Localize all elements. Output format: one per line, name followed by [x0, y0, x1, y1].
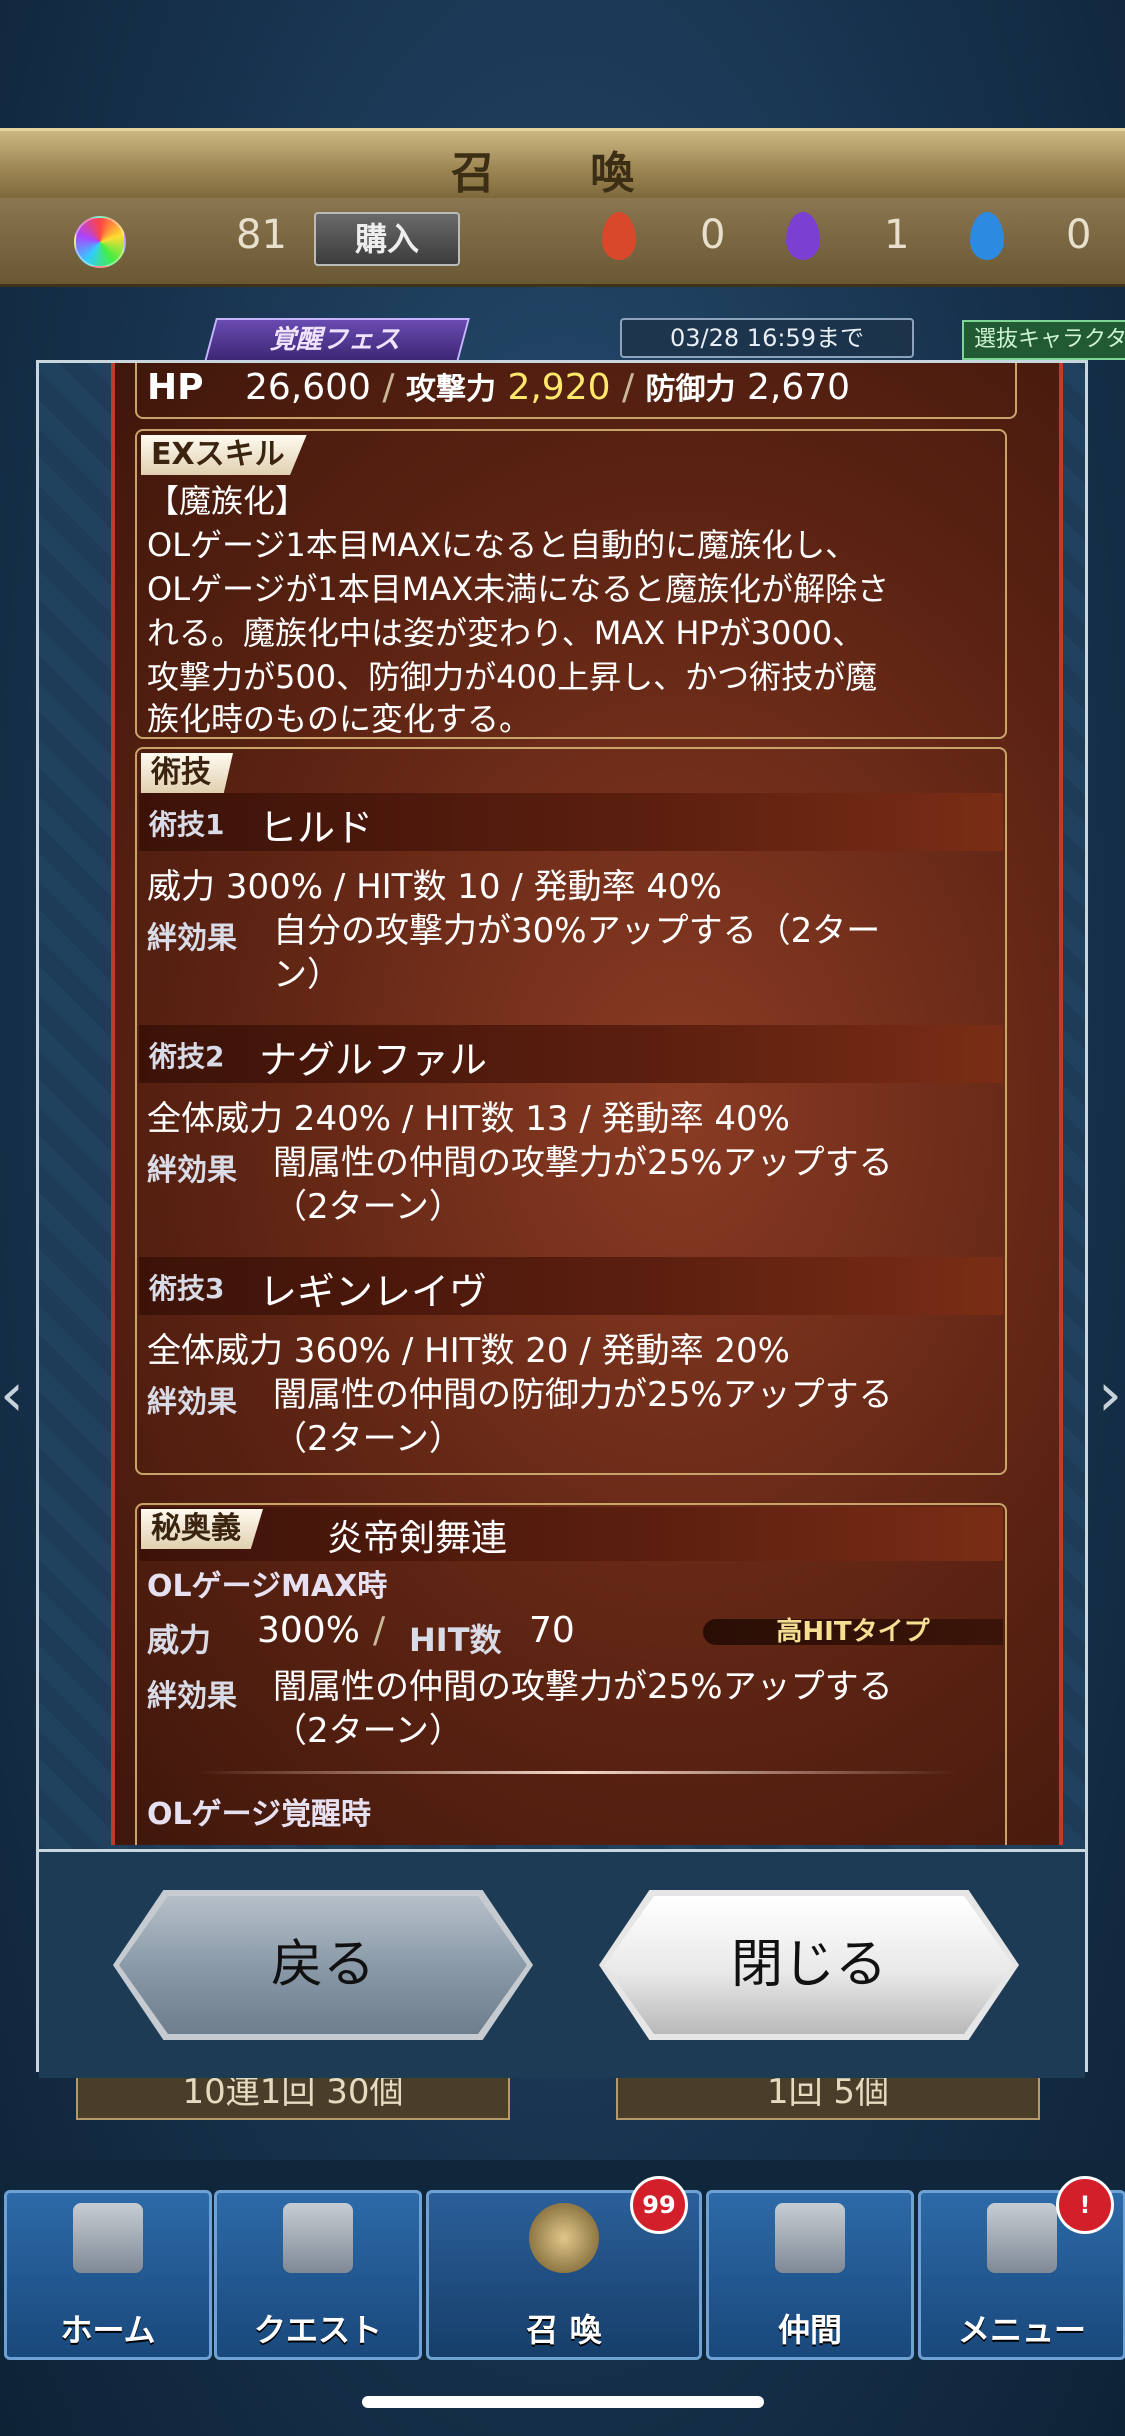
page-title: 召 喚 [450, 148, 675, 199]
art-2-bond-text: 闇属性の仲間の攻撃力が25%アップする [273, 1143, 893, 1183]
ex-skill-line: 攻撃力が500、防御力が400上昇し、かつ術技が魔 [147, 658, 878, 696]
nav-summon-label: 召 喚 [526, 2311, 602, 2349]
art-2-name: ナグルファル [259, 1038, 488, 1082]
art-2-header: 術技2 ナグルファル [139, 1025, 1003, 1083]
ougi-hit-value: 70 [529, 1610, 575, 1651]
ex-skill-line: 族化時のものに変化する。 [147, 700, 532, 738]
art-3-name: レギンレイヴ [259, 1270, 488, 1314]
ex-skill-box: EXスキル 【魔族化】 OLゲージ1本目MAXになると自動的に魔族化し、 OLゲ… [135, 429, 1007, 739]
hp-label: HP [147, 367, 204, 408]
banner-deadline: 03/28 16:59まで [620, 318, 914, 358]
summon-icon [529, 2203, 599, 2273]
rainbow-orb-icon [74, 216, 126, 268]
art-2-stats: 全体威力 240% / HIT数 13 / 発動率 40% [147, 1099, 790, 1139]
stat-separator: / [621, 367, 635, 408]
art-3-bond-text: （2ターン） [273, 1419, 463, 1459]
close-button[interactable]: 閉じる [599, 1890, 1019, 2040]
ex-skill-line: OLゲージが1本目MAX未満になると魔族化が解除さ [147, 570, 890, 608]
orb-count: 81 [236, 212, 287, 258]
bottom-nav: ホーム クエスト 召 喚 99 仲間 メニュー ! [0, 2160, 1125, 2360]
ougi-header [139, 1507, 1003, 1561]
nav-quest-label: クエスト [253, 2311, 382, 2349]
fire-gem-count: 0 [700, 212, 726, 258]
art-1-bond-label: 絆効果 [147, 921, 237, 956]
ougi-hit-label: HIT数 [409, 1621, 502, 1659]
modal-footer: 戻る 閉じる [39, 1849, 1085, 2078]
chevron-right-icon[interactable]: › [1098, 1360, 1122, 1430]
stat-row: HP 26,600 / 攻撃力 2,920 / 防御力 2,670 [135, 363, 1017, 419]
art-3-label: 術技3 [149, 1272, 225, 1305]
ougi-awake-label: OLゲージ覚醒時 [147, 1797, 372, 1832]
quest-map-icon [283, 2203, 353, 2273]
title-bar: 召 喚 [0, 128, 1125, 204]
art-1-label: 術技1 [149, 808, 225, 841]
fire-gem-icon [602, 212, 636, 260]
ex-skill-tag: EXスキル [141, 435, 307, 475]
ally-icon [775, 2203, 845, 2273]
art-3-stats: 全体威力 360% / HIT数 20 / 発動率 20% [147, 1331, 790, 1371]
blue-gem-count: 0 [1066, 212, 1092, 258]
art-1-bond-text: ン） [273, 955, 341, 995]
art-2-bond-text: （2ターン） [273, 1187, 463, 1227]
nav-home-label: ホーム [60, 2311, 156, 2349]
ougi-divider [197, 1771, 957, 1774]
menu-scroll-icon [987, 2203, 1057, 2273]
back-button-label[interactable]: 戻る [119, 1896, 527, 2034]
purple-gem-count: 1 [884, 212, 910, 258]
art-3-header: 術技3 レギンレイヴ [139, 1257, 1003, 1315]
ex-skill-line: OLゲージ1本目MAXになると自動的に魔族化し、 [147, 526, 858, 564]
arts-tag: 術技 [141, 753, 233, 793]
ougi-power-value: 300% [257, 1610, 360, 1651]
art-3-bond-label: 絆効果 [147, 1385, 237, 1420]
ougi-bond-label: 絆効果 [147, 1679, 237, 1714]
summon-badge: 99 [630, 2176, 688, 2234]
art-2-bond-label: 絆効果 [147, 1153, 237, 1188]
detail-modal: HP 26,600 / 攻撃力 2,920 / 防御力 2,670 EXスキル … [36, 360, 1088, 2078]
art-3-bond-text: 闇属性の仲間の防御力が25%アップする [273, 1375, 893, 1415]
ex-skill-name: 【魔族化】 [147, 482, 308, 520]
ougi-max-label: OLゲージMAX時 [147, 1569, 388, 1604]
home-indicator[interactable] [362, 2396, 764, 2408]
hp-value: 26,600 [244, 367, 371, 408]
blue-gem-icon [970, 212, 1004, 260]
select-character-tab[interactable]: 選抜キャラクタ [962, 320, 1125, 360]
art-1-stats: 威力 300% / HIT数 10 / 発動率 40% [147, 867, 722, 907]
ougi-name: 炎帝剣舞連 [327, 1518, 508, 1559]
atk-label: 攻撃力 [405, 372, 496, 407]
nav-menu-label: メニュー [957, 2311, 1086, 2349]
ougi-power-label: 威力 [147, 1621, 212, 1659]
art-1-name: ヒルド [259, 806, 374, 850]
stat-separator: / [373, 1610, 386, 1651]
home-icon [73, 2203, 143, 2273]
chevron-left-icon[interactable]: ‹ [0, 1360, 24, 1430]
fes-banner-label: 覚醒フェス [204, 318, 470, 362]
art-1-bond-text: 自分の攻撃力が30%アップする（2ター [273, 911, 881, 951]
ougi-type-badge: 高HITタイプ [703, 1619, 1003, 1645]
ougi-tag: 秘奥義 [141, 1509, 263, 1549]
menu-badge: ! [1056, 2176, 1114, 2234]
nav-ally[interactable]: 仲間 [706, 2190, 914, 2360]
currency-bar: 81 購入 0 1 0 [0, 198, 1125, 287]
art-2-label: 術技2 [149, 1040, 225, 1073]
art-1-header: 術技1 ヒルド [139, 793, 1003, 851]
def-label: 防御力 [645, 372, 736, 407]
close-button-label[interactable]: 閉じる [605, 1896, 1013, 2034]
ougi-box: 秘奥義 炎帝剣舞連 OLゲージMAX時 威力 300% / HIT数 70 高H… [135, 1503, 1007, 1845]
nav-quest[interactable]: クエスト [214, 2190, 422, 2360]
nav-ally-label: 仲間 [777, 2311, 842, 2349]
ex-skill-line: れる。魔族化中は姿が変わり、MAX HPが3000、 [147, 614, 865, 652]
detail-scroll-panel[interactable]: HP 26,600 / 攻撃力 2,920 / 防御力 2,670 EXスキル … [111, 363, 1063, 1845]
arts-box: 術技 術技1 ヒルド 威力 300% / HIT数 10 / 発動率 40% 絆… [135, 747, 1007, 1475]
ougi-bond-text: （2ターン） [273, 1711, 463, 1751]
nav-home[interactable]: ホーム [4, 2190, 212, 2360]
def-value: 2,670 [747, 367, 851, 408]
stat-separator: / [382, 367, 395, 408]
atk-value: 2,920 [507, 367, 611, 408]
ougi-bond-text: 闇属性の仲間の攻撃力が25%アップする [273, 1667, 893, 1707]
back-button[interactable]: 戻る [113, 1890, 533, 2040]
buy-button[interactable]: 購入 [314, 212, 460, 266]
purple-gem-icon [786, 212, 820, 260]
